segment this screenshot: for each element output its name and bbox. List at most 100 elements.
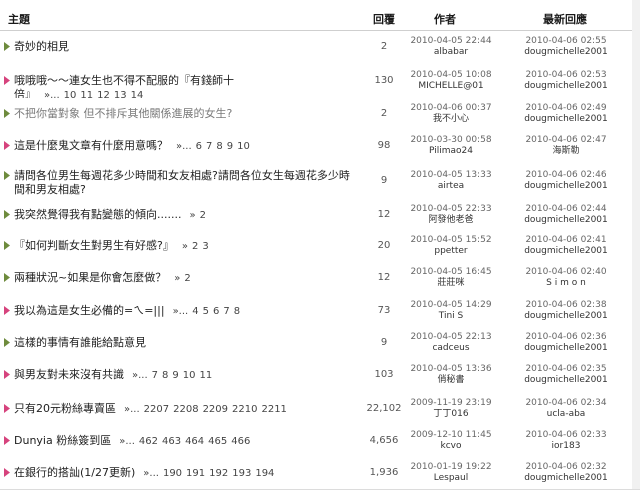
author-name[interactable]: 阿發他老爸 <box>408 215 494 226</box>
author-name[interactable]: 丁丁016 <box>408 409 494 420</box>
topic-title-link[interactable]: 不把你當對象 但不排斥其他關係進展的女生? <box>14 107 232 120</box>
last-reply-user[interactable]: dougmichelle2001 <box>510 114 622 125</box>
page-link[interactable]: 8 <box>216 141 222 152</box>
page-link[interactable]: 463 <box>162 436 181 447</box>
author-name[interactable]: Pilimao24 <box>408 146 494 157</box>
post-date: 2009-11-19 23:19 <box>410 398 492 408</box>
page-link[interactable]: 4 <box>192 306 198 317</box>
author-name[interactable]: ppetter <box>408 246 494 257</box>
table-row: 哦哦哦～～連女生也不得不配服的『有錢師十倍』»... 10 11 12 13 14 130 2… <box>0 63 640 101</box>
page-link[interactable]: 5 <box>203 306 209 317</box>
page-link[interactable]: 2210 <box>232 404 257 415</box>
reply-count: 12 <box>377 272 391 283</box>
page-jump[interactable]: »... <box>176 141 192 152</box>
author-name[interactable]: 莊莊咪 <box>408 278 494 289</box>
page-jump[interactable]: » <box>189 210 195 221</box>
last-reply-user[interactable]: dougmichelle2001 <box>510 246 622 257</box>
topic-cell: 兩種狀況~如果是你會怎麼做？ » 2 <box>4 271 360 285</box>
page-link[interactable]: 7 <box>206 141 212 152</box>
page-link[interactable]: 191 <box>186 468 205 479</box>
page-link[interactable]: 10 <box>237 141 250 152</box>
author-name[interactable]: 俏秘書 <box>408 375 494 386</box>
last-reply-user[interactable]: dougmichelle2001 <box>510 181 622 192</box>
header-topic: 主題 <box>8 13 30 26</box>
page-link[interactable]: 7 <box>152 370 158 381</box>
page-link[interactable]: 465 <box>208 436 227 447</box>
last-reply-cell: 2010-04-06 02:35 dougmichelle2001 <box>510 364 622 386</box>
author-name[interactable]: albabar <box>408 47 494 58</box>
page-link[interactable]: 3 <box>202 241 208 252</box>
topic-title-link[interactable]: 請問各位男生每週花多少時間和女友相處?請問各位女生每週花多少時間和男友相處? <box>14 169 350 196</box>
author-cell: 2010-04-05 22:44 albabar <box>408 36 494 58</box>
author-name[interactable]: cadceus <box>408 343 494 354</box>
page-link[interactable]: 190 <box>163 468 182 479</box>
last-reply-user[interactable]: 海斯勒 <box>510 146 622 157</box>
last-reply-user[interactable]: S i m o n <box>510 278 622 289</box>
author-name[interactable]: kcvo <box>408 441 494 452</box>
table-row: 我突然覺得我有點變態的傾向.......» 2 12 2010-04-05 22:33… <box>0 199 640 231</box>
header-author: 作者 <box>434 13 456 26</box>
page-link[interactable]: 194 <box>255 468 274 479</box>
last-reply-user[interactable]: dougmichelle2001 <box>510 473 622 484</box>
page-jump[interactable]: » <box>174 273 180 284</box>
topic-title-link[interactable]: 這是什麼鬼文章有什麼用意嗎？ <box>14 139 168 152</box>
last-reply-cell: 2010-04-06 02:36 dougmichelle2001 <box>510 332 622 354</box>
page-link[interactable]: 464 <box>185 436 204 447</box>
page-jump[interactable]: »... <box>173 306 189 317</box>
author-name[interactable]: airtea <box>408 181 494 192</box>
page-link[interactable]: 7 <box>223 306 229 317</box>
topic-title-link[interactable]: 兩種狀況~如果是你會怎麼做？ <box>14 271 166 284</box>
scrollbar[interactable] <box>632 0 640 489</box>
page-jump[interactable]: »... <box>143 468 159 479</box>
page-link[interactable]: 462 <box>139 436 158 447</box>
page-link[interactable]: 6 <box>213 306 219 317</box>
last-reply-user[interactable]: ior183 <box>510 441 622 452</box>
author-name[interactable]: Tini S <box>408 311 494 322</box>
page-link[interactable]: 6 <box>196 141 202 152</box>
author-cell: 2010-03-30 00:58 Pilimao24 <box>408 135 494 157</box>
page-link[interactable]: 2207 <box>144 404 169 415</box>
page-link[interactable]: 9 <box>227 141 233 152</box>
last-reply-user[interactable]: dougmichelle2001 <box>510 343 622 354</box>
page-link[interactable]: 2 <box>184 273 190 284</box>
topic-title-link[interactable]: 只有20元粉絲專賣區 <box>14 402 116 415</box>
page-jump[interactable]: »... <box>132 370 148 381</box>
page-link[interactable]: 2 <box>192 241 198 252</box>
page-links: »... 462 463 464 465 466 <box>117 436 252 447</box>
topic-title-link[interactable]: 『如何判斷女生對男生有好感?』 <box>14 239 174 252</box>
last-reply-user[interactable]: ucla-aba <box>510 409 622 420</box>
topic-title-link[interactable]: 奇妙的相見 <box>14 40 69 53</box>
last-reply-user[interactable]: dougmichelle2001 <box>510 375 622 386</box>
reply-count: 103 <box>374 369 394 380</box>
last-reply-user[interactable]: dougmichelle2001 <box>510 215 622 226</box>
last-reply-user[interactable]: dougmichelle2001 <box>510 47 622 58</box>
page-link[interactable]: 466 <box>231 436 250 447</box>
page-link[interactable]: 2209 <box>203 404 228 415</box>
topic-title-link[interactable]: Dunyia 粉絲簽到區 <box>14 434 111 447</box>
last-reply-cell: 2010-04-06 02:46 dougmichelle2001 <box>510 170 622 192</box>
page-jump[interactable]: » <box>182 241 188 252</box>
last-reply-user[interactable]: dougmichelle2001 <box>510 311 622 322</box>
author-name[interactable]: 我不小心 <box>408 114 494 125</box>
topic-title-link[interactable]: 我以為這是女生必備的=ㄟ=||| <box>14 304 165 317</box>
topic-title-link[interactable]: 我突然覺得我有點變態的傾向....... <box>14 208 181 221</box>
last-reply-user[interactable]: dougmichelle2001 <box>510 81 622 92</box>
page-link[interactable]: 2208 <box>173 404 198 415</box>
page-link[interactable]: 2 <box>200 210 206 221</box>
page-link[interactable]: 8 <box>234 306 240 317</box>
author-name[interactable]: Lespaul <box>408 473 494 484</box>
page-link[interactable]: 192 <box>209 468 228 479</box>
page-link[interactable]: 193 <box>232 468 251 479</box>
page-link[interactable]: 2211 <box>261 404 286 415</box>
topic-title-link[interactable]: 這樣的事情有誰能給點意見 <box>14 336 146 349</box>
page-link[interactable]: 8 <box>162 370 168 381</box>
page-jump[interactable]: »... <box>124 404 140 415</box>
page-jump[interactable]: »... <box>119 436 135 447</box>
page-link[interactable]: 11 <box>200 370 213 381</box>
topic-title-link[interactable]: 在銀行的搭訕(1/27更新) <box>14 466 135 479</box>
author-name[interactable]: MICHELLE@01 <box>408 81 494 92</box>
reply-count: 2 <box>380 108 388 119</box>
page-link[interactable]: 9 <box>172 370 178 381</box>
topic-title-link[interactable]: 與男友對未來沒有共識 <box>14 368 124 381</box>
page-link[interactable]: 10 <box>183 370 196 381</box>
